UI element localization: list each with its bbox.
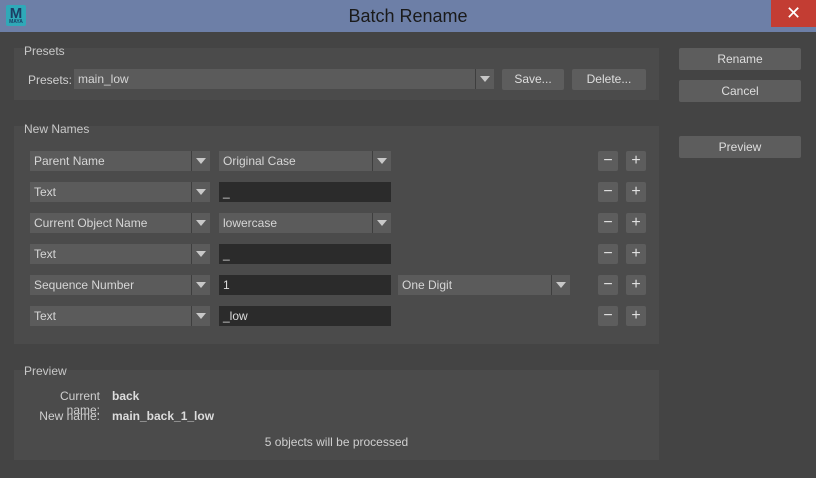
presets-selected-value: main_low xyxy=(78,72,129,86)
name-part-type-value: Text xyxy=(34,247,57,261)
case-value: Original Case xyxy=(223,154,296,168)
title-bar: M MAYA Batch Rename ✕ xyxy=(0,0,816,32)
start-number-field[interactable]: 1 xyxy=(219,275,391,295)
objects-count-status: 5 objects will be processed xyxy=(264,435,409,449)
chevron-down-icon xyxy=(191,151,210,171)
name-part-type-value: Parent Name xyxy=(34,154,105,168)
presets-dropdown[interactable]: main_low xyxy=(74,69,494,89)
add-row-button[interactable]: + xyxy=(626,182,646,202)
name-part-type-value: Text xyxy=(34,309,57,323)
chevron-down-icon xyxy=(551,275,570,295)
case-dropdown[interactable]: Original Case xyxy=(219,151,391,171)
chevron-down-icon xyxy=(191,275,210,295)
current-name-value: back xyxy=(112,389,140,403)
name-part-type-value: Text xyxy=(34,185,57,199)
name-part-type-dropdown[interactable]: Parent Name xyxy=(30,151,210,171)
new-name-value: main_back_1_low xyxy=(112,409,215,423)
add-row-button[interactable]: + xyxy=(626,275,646,295)
cancel-button[interactable]: Cancel xyxy=(679,80,801,102)
name-part-type-value: Current Object Name xyxy=(34,216,148,230)
remove-row-button[interactable]: − xyxy=(598,213,618,233)
name-part-type-dropdown[interactable]: Text xyxy=(30,306,210,326)
name-part-type-dropdown[interactable]: Text xyxy=(30,244,210,264)
add-row-button[interactable]: + xyxy=(626,213,646,233)
chevron-down-icon xyxy=(191,182,210,202)
preview-button[interactable]: Preview xyxy=(679,136,801,158)
new-name-label: New name: xyxy=(39,409,100,423)
chevron-down-icon xyxy=(372,213,391,233)
new-names-section-title: New Names xyxy=(24,122,90,136)
close-button[interactable]: ✕ xyxy=(771,0,816,27)
padding-value: One Digit xyxy=(402,278,453,292)
text-field[interactable]: _ xyxy=(219,244,391,264)
case-value: lowercase xyxy=(223,216,278,230)
remove-row-button[interactable]: − xyxy=(598,151,618,171)
remove-row-button[interactable]: − xyxy=(598,306,618,326)
rename-button[interactable]: Rename xyxy=(679,48,801,70)
chevron-down-icon xyxy=(372,151,391,171)
name-part-type-dropdown[interactable]: Text xyxy=(30,182,210,202)
chevron-down-icon xyxy=(191,244,210,264)
remove-row-button[interactable]: − xyxy=(598,182,618,202)
save-preset-button[interactable]: Save... xyxy=(502,69,564,90)
preview-section-title: Preview xyxy=(24,364,67,378)
delete-preset-button[interactable]: Delete... xyxy=(572,69,646,90)
name-part-type-dropdown[interactable]: Sequence Number xyxy=(30,275,210,295)
remove-row-button[interactable]: − xyxy=(598,244,618,264)
remove-row-button[interactable]: − xyxy=(598,275,618,295)
chevron-down-icon xyxy=(191,306,210,326)
add-row-button[interactable]: + xyxy=(626,151,646,171)
add-row-button[interactable]: + xyxy=(626,306,646,326)
add-row-button[interactable]: + xyxy=(626,244,646,264)
name-part-type-dropdown[interactable]: Current Object Name xyxy=(30,213,210,233)
window-title: Batch Rename xyxy=(348,6,468,26)
padding-dropdown[interactable]: One Digit xyxy=(398,275,570,295)
case-dropdown[interactable]: lowercase xyxy=(219,213,391,233)
presets-field-label: Presets: xyxy=(28,73,73,87)
chevron-down-icon xyxy=(191,213,210,233)
chevron-down-icon xyxy=(475,69,494,89)
dialog-body: Presets Presets: main_low Save... Delete… xyxy=(0,32,816,478)
text-field[interactable]: _ xyxy=(219,182,391,202)
text-field[interactable]: _low xyxy=(219,306,391,326)
name-part-type-value: Sequence Number xyxy=(34,278,135,292)
presets-section-title: Presets xyxy=(24,44,65,58)
